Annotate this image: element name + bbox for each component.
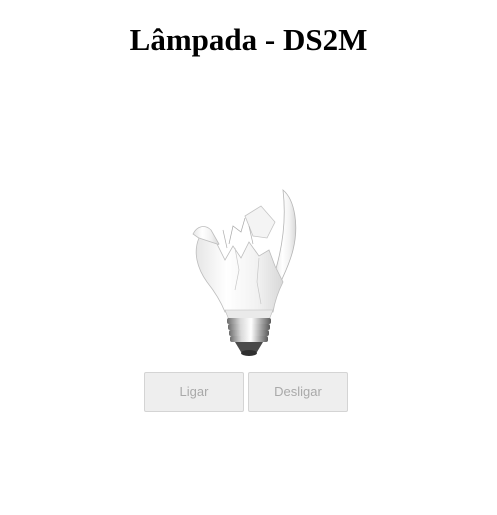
- bulb-image: [183, 186, 313, 358]
- turn-on-button[interactable]: Ligar: [144, 372, 244, 412]
- page-title: Lâmpada - DS2M: [129, 22, 368, 57]
- turn-off-button[interactable]: Desligar: [248, 372, 348, 412]
- button-row: Ligar Desligar: [144, 372, 354, 412]
- broken-lightbulb-icon: [192, 189, 297, 356]
